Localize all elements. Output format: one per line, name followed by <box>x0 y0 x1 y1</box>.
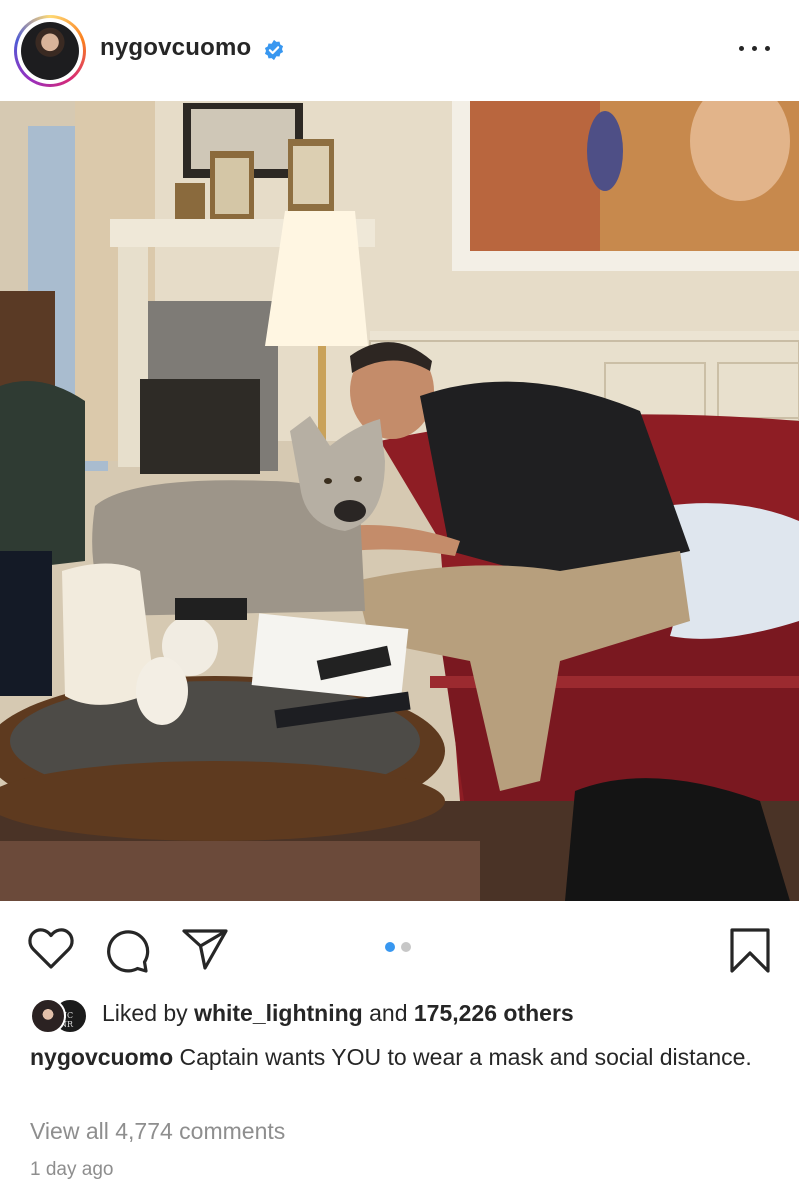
liker-avatar[interactable] <box>30 998 66 1034</box>
post-header: nygovcuomo <box>0 0 799 101</box>
heart-icon[interactable] <box>27 927 75 971</box>
profile-avatar[interactable] <box>14 15 86 87</box>
bookmark-icon[interactable] <box>728 927 772 975</box>
caption-username[interactable]: nygovcuomo <box>30 1044 173 1070</box>
paper-plane-icon[interactable] <box>181 927 229 971</box>
carousel-dot <box>401 942 411 952</box>
caption-text: Captain wants YOU to wear a mask and soc… <box>173 1044 752 1070</box>
verified-badge-icon <box>264 39 284 61</box>
post-photo[interactable] <box>0 101 799 901</box>
avatar-image <box>21 22 79 80</box>
post-username[interactable]: nygovcuomo <box>100 34 251 62</box>
more-horizontal-icon[interactable] <box>737 37 773 61</box>
likes-count[interactable]: 175,226 others <box>414 1000 574 1026</box>
comment-icon[interactable] <box>104 928 150 974</box>
view-comments-link[interactable]: View all 4,774 comments <box>30 1118 285 1145</box>
photo-illustration <box>0 101 799 901</box>
liker-username[interactable]: white_lightning <box>194 1000 363 1026</box>
carousel-dot-active <box>385 942 395 952</box>
likes-summary: Liked by white_lightning and 175,226 oth… <box>102 1000 574 1026</box>
post-timestamp: 1 day ago <box>30 1159 114 1180</box>
post-caption: nygovcuomo Captain wants YOU to wear a m… <box>30 1043 770 1072</box>
likes-row: NC NR Liked by white_lightning and 175,2… <box>30 996 790 1034</box>
post-action-bar <box>0 901 799 996</box>
